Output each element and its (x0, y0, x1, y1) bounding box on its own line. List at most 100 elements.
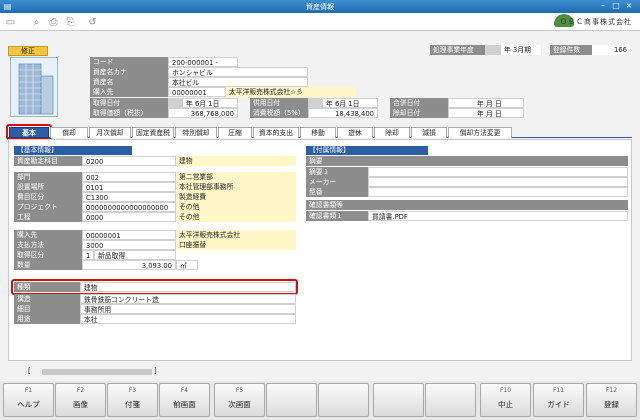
tab-special-depreciation[interactable]: 特別償却 (175, 127, 217, 138)
detail-field[interactable]: 事務所用 (80, 304, 296, 314)
price-field[interactable]: 368,768,000 (168, 108, 238, 118)
asset-photo[interactable] (10, 57, 58, 117)
maker-field[interactable] (368, 177, 628, 187)
f6-button[interactable] (266, 383, 317, 417)
merge-date-field[interactable]: 年 月 日 (448, 98, 524, 108)
tab-property-tax[interactable]: 固定資産税 (132, 127, 174, 138)
maximize-icon[interactable]: □ (611, 1, 621, 11)
tab-capital-expenditure[interactable]: 資本的支出 (253, 127, 299, 138)
summary1-field[interactable] (368, 167, 628, 177)
basic-info-header: 【基本情報】 (14, 146, 132, 155)
record-count-label: 登録件数 (550, 45, 592, 55)
supplier-code-field[interactable]: 00000001 (168, 87, 226, 97)
company-name: ＯＢＣ商事株式会社 (560, 18, 632, 26)
asset-name-label: 資産名 (90, 77, 168, 87)
attach-info-header: 【付属情報】 (306, 146, 428, 155)
fiscal-year-suffix: 年 3月期 (501, 45, 541, 55)
acquire-type-name[interactable]: 新品取得 (94, 250, 176, 260)
tab-compression[interactable]: 圧縮 (218, 127, 252, 138)
status-bar: [ ] (8, 367, 632, 377)
attach-icon[interactable]: ⎘ (64, 16, 77, 29)
vendor-name: 太平洋販売株式会社 (176, 230, 296, 240)
payment-method-name: 口座振替 (176, 240, 296, 250)
model-field[interactable] (368, 187, 628, 197)
location-label: 設置場所 (14, 182, 82, 192)
use-year-box (308, 98, 322, 108)
detail-label: 細目 (14, 304, 80, 314)
dispose-date-label: 除却日付 (390, 108, 448, 118)
minimize-icon[interactable]: – (598, 1, 608, 11)
quantity-value[interactable]: 3,093.00 (82, 260, 176, 270)
process-code[interactable]: 0000 (82, 212, 176, 222)
acquire-type-label: 取得区分 (14, 250, 82, 260)
status-bracket-right: ] (154, 367, 157, 375)
expense-class-label: 費目区分 (14, 192, 82, 202)
account-code[interactable]: 0200 (82, 156, 176, 166)
use-date-label: 供用日付 (250, 98, 308, 108)
summary1-label: 摘要１ (306, 167, 368, 177)
model-label: 型番 (306, 187, 368, 197)
department-name: 第二営業部 (176, 172, 296, 182)
tab-monthly-depreciation[interactable]: 月次償却 (89, 127, 131, 138)
code-field[interactable]: 200-000001 - (168, 57, 238, 67)
quantity-unit[interactable]: ㎡ (176, 260, 198, 270)
tab-impairment[interactable]: 減損 (411, 127, 447, 138)
f9-button[interactable] (425, 383, 476, 417)
tax-field[interactable]: 18,438,400 (308, 108, 378, 118)
dispose-date-field[interactable]: 年 月 日 (448, 108, 524, 118)
f10-cancel-button[interactable]: F10 中止 (480, 383, 531, 417)
f5-next-screen-button[interactable]: F5 次画面 (214, 383, 265, 417)
tax-label: 消費税額（5%） (250, 108, 308, 118)
close-icon[interactable]: × (624, 1, 634, 11)
asset-name-field[interactable]: 本社ビル (168, 77, 308, 87)
highlight-type-row (11, 279, 298, 295)
summary-label: 摘要 (306, 156, 628, 166)
acquire-date-label: 取得日付 (90, 98, 168, 108)
process-name: その他 (176, 212, 296, 222)
usage-field[interactable]: 本社 (80, 314, 296, 324)
toolbar: ▭ ⌕ ⎙ ⎘ ↺ ＯＢＣ商事株式会社 (0, 13, 640, 31)
department-label: 部門 (14, 172, 82, 182)
file-icon[interactable]: ▭ (4, 16, 17, 29)
code-label: コード (90, 57, 168, 67)
window-title: 資産情報 (306, 3, 334, 11)
department-code[interactable]: 002 (82, 172, 176, 182)
project-label: プロジェクト (14, 202, 82, 212)
tab-retirement[interactable]: 除却 (374, 127, 410, 138)
status-text-redacted (42, 369, 152, 375)
f4-prev-screen-button[interactable]: F4 前画面 (159, 383, 210, 417)
tab-idle[interactable]: 遊休 (337, 127, 373, 138)
payment-method-label: 支払方法 (14, 240, 82, 250)
project-code[interactable]: 0000000000000000000 (82, 202, 176, 212)
search-icon[interactable]: ⌕ (30, 16, 43, 29)
expense-class-code[interactable]: C1300 (82, 192, 176, 202)
document1-field[interactable]: 買請書.PDF (368, 211, 628, 221)
tab-depreciation[interactable]: 償却 (50, 127, 88, 138)
f1-help-button[interactable]: F1 ヘルプ (3, 383, 54, 417)
f3-sticky-button[interactable]: F3 付箋 (107, 383, 158, 417)
structure-label: 構造 (14, 294, 80, 304)
history-icon[interactable]: ↺ (86, 16, 99, 29)
location-name: 本社管理部事務所 (176, 182, 296, 192)
payment-method-code[interactable]: 3000 (82, 240, 176, 250)
tab-transfer[interactable]: 移動 (300, 127, 336, 138)
f7-button[interactable] (318, 383, 369, 417)
acquire-type-code[interactable]: 1 (82, 250, 94, 260)
f8-button[interactable] (373, 383, 424, 417)
print-icon[interactable]: ⎙ (47, 16, 60, 29)
asset-kana-field[interactable]: ホンシャビル (168, 67, 308, 77)
acquire-date-field[interactable]: 年 6月 1日 (182, 98, 238, 108)
tab-method-change[interactable]: 償却方法変更 (448, 127, 512, 138)
f11-guide-button[interactable]: F11 ガイド (533, 383, 584, 417)
asset-kana-label: 資産名カナ (90, 67, 168, 77)
record-count: 166 (592, 45, 630, 55)
supplier-label: 購入先 (90, 87, 168, 97)
maker-label: メーカー (306, 177, 368, 187)
location-code[interactable]: 0101 (82, 182, 176, 192)
use-date-field[interactable]: 年 6月 1日 (322, 98, 378, 108)
vendor-code[interactable]: 00000001 (82, 230, 176, 240)
f2-image-button[interactable]: F2 画像 (55, 383, 106, 417)
structure-field[interactable]: 鉄骨鉄筋コンクリート造 (80, 294, 296, 304)
f12-register-button[interactable]: F12 登録 (586, 383, 637, 417)
quantity-label: 数量 (14, 260, 82, 270)
